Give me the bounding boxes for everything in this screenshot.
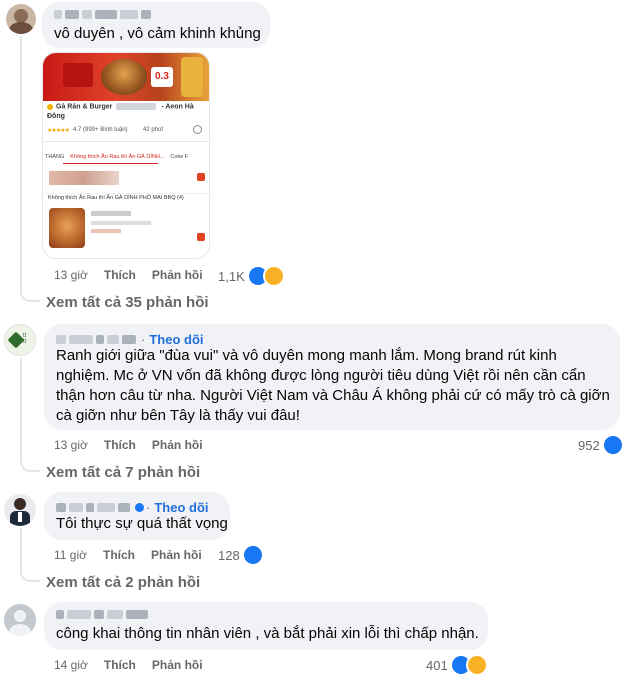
comment-text: Ranh giới giữa "đùa vui" và vô duyên mon…: [56, 347, 610, 424]
add-icon-2[interactable]: [197, 233, 205, 241]
like-icon: [601, 434, 624, 456]
comment-bubble: · Theo dõi Ranh giới giữa "đùa vui" và v…: [44, 324, 620, 430]
comment-actions: 14 giờ Thích Phản hồi: [54, 658, 219, 672]
reply-button[interactable]: Phản hồi: [152, 438, 203, 452]
heart-icon[interactable]: [193, 125, 202, 134]
comment-actions: 11 giờ Thích Phản hồi: [54, 548, 218, 562]
comment-image[interactable]: 0.3 Gà Rán & Burger - Aeon Hà Đông ★★★★★…: [42, 52, 210, 259]
rating: 4.7 (999+ Bình luận): [73, 127, 128, 133]
reaction-summary[interactable]: 1,1K: [218, 265, 285, 287]
follow-button[interactable]: Theo dõi: [149, 332, 203, 347]
blurred-item: [49, 171, 119, 185]
food-thumbnail: [49, 208, 85, 248]
comment-text: Tôi thực sự quá thất vọng: [56, 515, 228, 532]
food-banner: 0.3: [43, 53, 209, 101]
add-icon[interactable]: [197, 173, 205, 181]
reactions-count: 952: [578, 437, 600, 453]
avatar[interactable]: [6, 4, 36, 34]
view-replies-link[interactable]: Xem tất cả 7 phản hồi: [46, 464, 200, 481]
author-name[interactable]: [56, 610, 151, 619]
comment-actions: 13 giờ Thích Phản hồi: [54, 438, 219, 452]
comment-actions: 13 giờ Thích Phản hồi: [54, 268, 219, 282]
reactions-count: 1,1K: [218, 268, 245, 284]
comment-bubble: công khai thông tin nhân viên , và bắt p…: [44, 602, 488, 650]
store-name: Gà Rán & Burger: [56, 103, 113, 111]
view-replies-link[interactable]: Xem tất cả 2 phản hồi: [46, 574, 200, 591]
haha-icon: [465, 654, 488, 676]
comment-time[interactable]: 14 giờ: [54, 658, 88, 672]
comment-time[interactable]: 13 giờ: [54, 268, 88, 282]
comment-text: vô duyên , vô cảm khinh khủng: [54, 25, 261, 42]
reaction-summary[interactable]: 952: [578, 434, 624, 456]
like-icon: [241, 544, 264, 566]
store-name-line2: Đông: [47, 113, 65, 120]
author-name[interactable]: · Theo dõi: [56, 332, 204, 347]
reply-button[interactable]: Phản hồi: [152, 268, 203, 282]
distance: 42 phút: [143, 127, 164, 133]
reaction-summary[interactable]: 401: [426, 654, 488, 676]
store-name-suffix: - Aeon Hà: [161, 103, 194, 111]
comment-text: công khai thông tin nhân viên , và bắt p…: [56, 625, 479, 642]
reply-button[interactable]: Phản hồi: [151, 548, 202, 562]
price-tag: 0.3: [151, 67, 173, 87]
like-button[interactable]: Thích: [104, 438, 136, 452]
reactions-count: 128: [218, 547, 240, 563]
follow-button[interactable]: Theo dõi: [154, 500, 208, 515]
tab-coke[interactable]: Coke F: [170, 154, 188, 160]
rating-stars: ★★★★★: [47, 128, 70, 134]
avatar[interactable]: [4, 604, 36, 636]
comment-bubble: vô duyên , vô cảm khinh khủng: [42, 2, 270, 48]
comment-time[interactable]: 13 giờ: [54, 438, 88, 452]
like-button[interactable]: Thích: [104, 658, 136, 672]
avatar[interactable]: [4, 494, 36, 526]
verified-icon: [135, 503, 144, 512]
tab-active[interactable]: Không thích Ăn Rau thì Ăn GÀ DÌNH...: [70, 154, 164, 160]
sad-icon: [262, 265, 285, 287]
reaction-summary[interactable]: 128: [218, 544, 264, 566]
avatar[interactable]: tt tt: [4, 324, 36, 356]
reply-button[interactable]: Phản hồi: [152, 658, 203, 672]
verified-icon: [47, 104, 53, 110]
view-replies-link[interactable]: Xem tất cả 35 phản hồi: [46, 294, 209, 311]
menu-tabs: THÁNG Không thích Ăn Rau thì Ăn GÀ DÌNH.…: [45, 154, 188, 160]
comment-time[interactable]: 11 giờ: [54, 548, 87, 562]
reactions-count: 401: [426, 657, 448, 673]
author-name[interactable]: [54, 10, 154, 19]
section-title: Không thích Ăn Rau thì Ăn GÀ DÌNH PHÔ MA…: [48, 195, 184, 201]
author-name[interactable]: · Theo dõi: [56, 500, 209, 515]
like-button[interactable]: Thích: [104, 268, 136, 282]
comment-bubble: · Theo dõi Tôi thực sự quá thất vọng: [44, 492, 230, 540]
like-button[interactable]: Thích: [103, 548, 135, 562]
tab-month[interactable]: THÁNG: [45, 154, 64, 160]
